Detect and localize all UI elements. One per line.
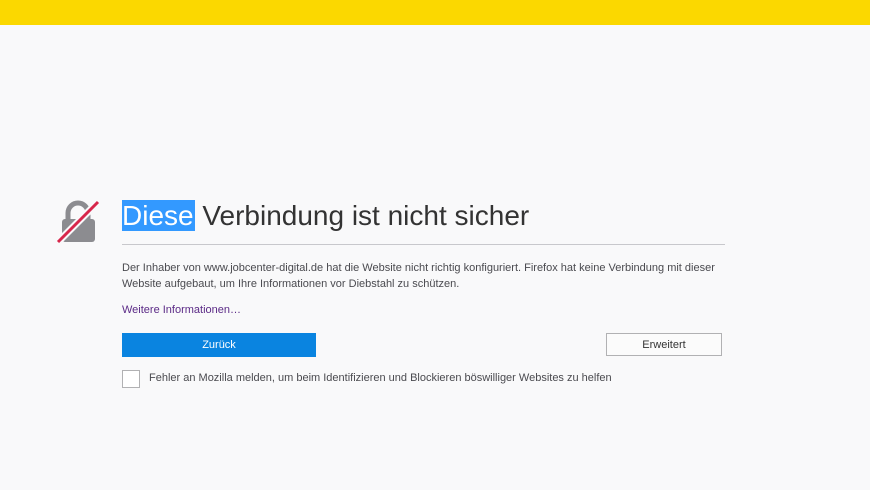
top-bar [0,0,870,25]
report-label: Fehler an Mozilla melden, um beim Identi… [149,372,612,384]
error-description: Der Inhaber von www.jobcenter-digital.de… [122,262,715,290]
back-button[interactable]: Zurück [122,333,316,357]
divider [122,244,725,245]
advanced-button[interactable]: Erweitert [606,333,722,356]
title-highlight: Diese [122,200,195,231]
more-info-link[interactable]: Weitere Informationen… [122,304,241,316]
title-rest: Verbindung ist nicht sicher [194,200,530,231]
report-checkbox[interactable] [122,370,140,388]
page-title: Diese Verbindung ist nicht sicher [122,196,529,236]
broken-lock-icon [55,199,101,245]
